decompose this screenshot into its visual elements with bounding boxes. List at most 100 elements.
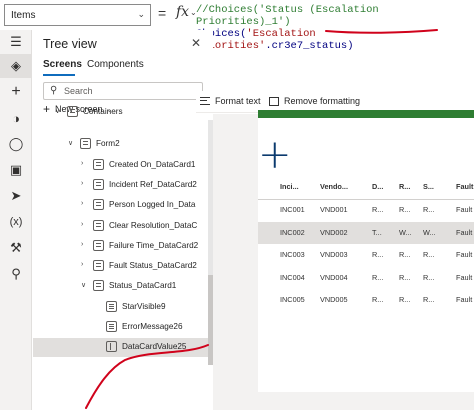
chevron-right-icon[interactable]: › [81,221,83,228]
tree-row[interactable]: › Incident Ref_DataCard2 [33,176,208,195]
table-cell: R... [399,250,411,259]
chevron-right-icon[interactable]: › [81,160,83,167]
format-text-label: Format text [215,96,261,106]
column-header[interactable]: Fault [456,182,473,191]
table-cell: W... [399,227,412,237]
chevron-right-icon[interactable]: › [81,180,83,187]
table-cell: W... [423,227,436,237]
table-row[interactable]: INC005 VND005 R... R... R... Fault [258,289,474,311]
form-control-icon [93,260,104,272]
table-cell: R... [423,205,435,214]
table-cell: Fault [456,250,473,259]
table-cell: R... [399,272,411,282]
table-cell: INC003 [280,250,305,259]
table-cell: R... [423,250,435,259]
table-cell: INC001 [280,205,305,214]
table-cell: VND002 [320,227,348,237]
remove-formatting-button[interactable]: Remove formatting [269,96,360,106]
column-header[interactable]: Inci... [280,182,299,191]
equals-sign: = [158,5,167,21]
chevron-right-icon[interactable]: › [81,200,83,207]
tree-view-icon[interactable]: ◈ [0,54,32,78]
tree-row[interactable]: ErrorMessage26 [33,318,208,337]
media-icon[interactable]: ▣ [0,158,32,182]
format-text-icon [200,97,210,105]
tree-row[interactable]: ∨ Status_DataCard1 [33,277,208,296]
tree-row-label: Failure Time_DataCard2 [109,240,199,250]
hamburger-menu-icon[interactable]: ☰ [0,30,32,54]
table-cell: INC004 [280,272,305,282]
label-control-icon [106,321,117,332]
property-dropdown[interactable]: Items ⌄ [4,4,151,26]
tree-row-label: StarVisible9 [122,301,166,311]
tree-row[interactable]: ∨ Containers [33,103,208,122]
tree-search-input[interactable]: ⚲ Search [43,82,203,100]
tree-row-label: Created On_DataCard1 [109,159,196,169]
table-row[interactable]: INC004 VND004 R... R... R... Fault [258,267,474,289]
chevron-down-icon[interactable]: ∨ [55,107,60,115]
variables-icon[interactable]: (x) [0,210,32,234]
formula-line-2-suffix: .cr3e7_status) [265,40,354,52]
chevron-right-icon[interactable]: › [81,261,83,268]
table-cell: R... [423,295,435,304]
table-cell: R... [372,295,384,304]
table-row[interactable]: INC001 VND001 R... R... R... Fault [258,199,474,221]
close-icon[interactable]: ✕ [191,36,201,50]
column-header[interactable]: D... [372,182,383,191]
insert-icon[interactable]: + [0,80,32,104]
tree-row-label: Form2 [96,139,120,149]
tab-components[interactable]: Components [87,59,144,70]
tree-row[interactable]: DataCardValue25 [33,338,208,358]
formula-editor[interactable]: //Choices('Status (Escalation Priorities… [196,4,474,52]
column-header[interactable]: R... [399,182,410,191]
table-cell: R... [372,272,384,282]
form-control-icon [93,199,104,211]
column-header[interactable]: Vendo... [320,182,348,191]
table-row[interactable]: INC003 VND003 R... R... R... Fault [258,244,474,266]
tree-row[interactable]: › Person Logged In_Data [33,196,208,215]
tree-row[interactable]: StarVisible9 [33,298,208,317]
tree-row[interactable]: ∨ Form2 [33,135,208,154]
plus-icon[interactable]: + [258,135,292,175]
chevron-right-icon[interactable]: › [81,241,83,248]
search-icon: ⚲ [50,85,58,96]
column-header[interactable]: S... [423,182,434,191]
form-control-icon [93,239,104,251]
tree-row-label: DataCardValue25 [122,342,187,352]
table-cell: T... [372,227,382,237]
table-cell: Fault [456,272,473,282]
tree-row[interactable]: › Failure Time_DataCard2 [33,237,208,256]
tree-row-label: Incident Ref_DataCard2 [109,179,197,189]
tab-screens[interactable]: Screens [43,59,82,70]
remove-formatting-icon [269,96,279,106]
table-cell: R... [372,205,384,214]
fx-icon[interactable]: fx [176,4,189,20]
chevron-down-icon[interactable]: ∨ [81,281,86,289]
advanced-tools-icon[interactable]: ⚒ [0,236,32,260]
form-control-icon [80,138,91,150]
tree-row[interactable]: › Created On_DataCard1 [33,156,208,175]
chevron-down-icon[interactable]: ∨ [68,139,73,147]
form-control-icon [93,219,104,231]
tree-row-label: Person Logged In_Data [109,200,196,210]
tree-row[interactable]: › Clear Resolution_DataC [33,217,208,236]
format-text-button[interactable]: Format text [200,96,261,106]
table-cell: R... [399,205,411,214]
theme-icon[interactable]: ◑ [0,106,32,130]
tree-row[interactable]: › Fault Status_DataCard2 [33,257,208,276]
table-cell: R... [399,295,411,304]
table-row[interactable]: INC002 VND002 T... W... W... Fault [258,221,474,244]
tree-row-label: Clear Resolution_DataC [109,220,198,230]
table-cell: VND001 [320,205,348,214]
form-control-icon [93,158,104,170]
table-cell: INC005 [280,295,305,304]
search-icon[interactable]: ⚲ [0,262,32,286]
tree-row-label: ErrorMessage26 [122,322,183,331]
panel-title: Tree view [43,37,97,51]
incident-data-table[interactable]: Inci... Vendo... D... R... S... Fault INC001 V… [258,175,474,315]
table-cell: Fault [456,295,473,304]
left-rail: ☰ ◈ + ◑ ◯ ▣ ➤ (x) ⚒ ⚲ [0,30,32,410]
data-icon[interactable]: ◯ [0,132,32,156]
power-automate-icon[interactable]: ➤ [0,184,32,208]
label-control-icon [106,300,117,312]
